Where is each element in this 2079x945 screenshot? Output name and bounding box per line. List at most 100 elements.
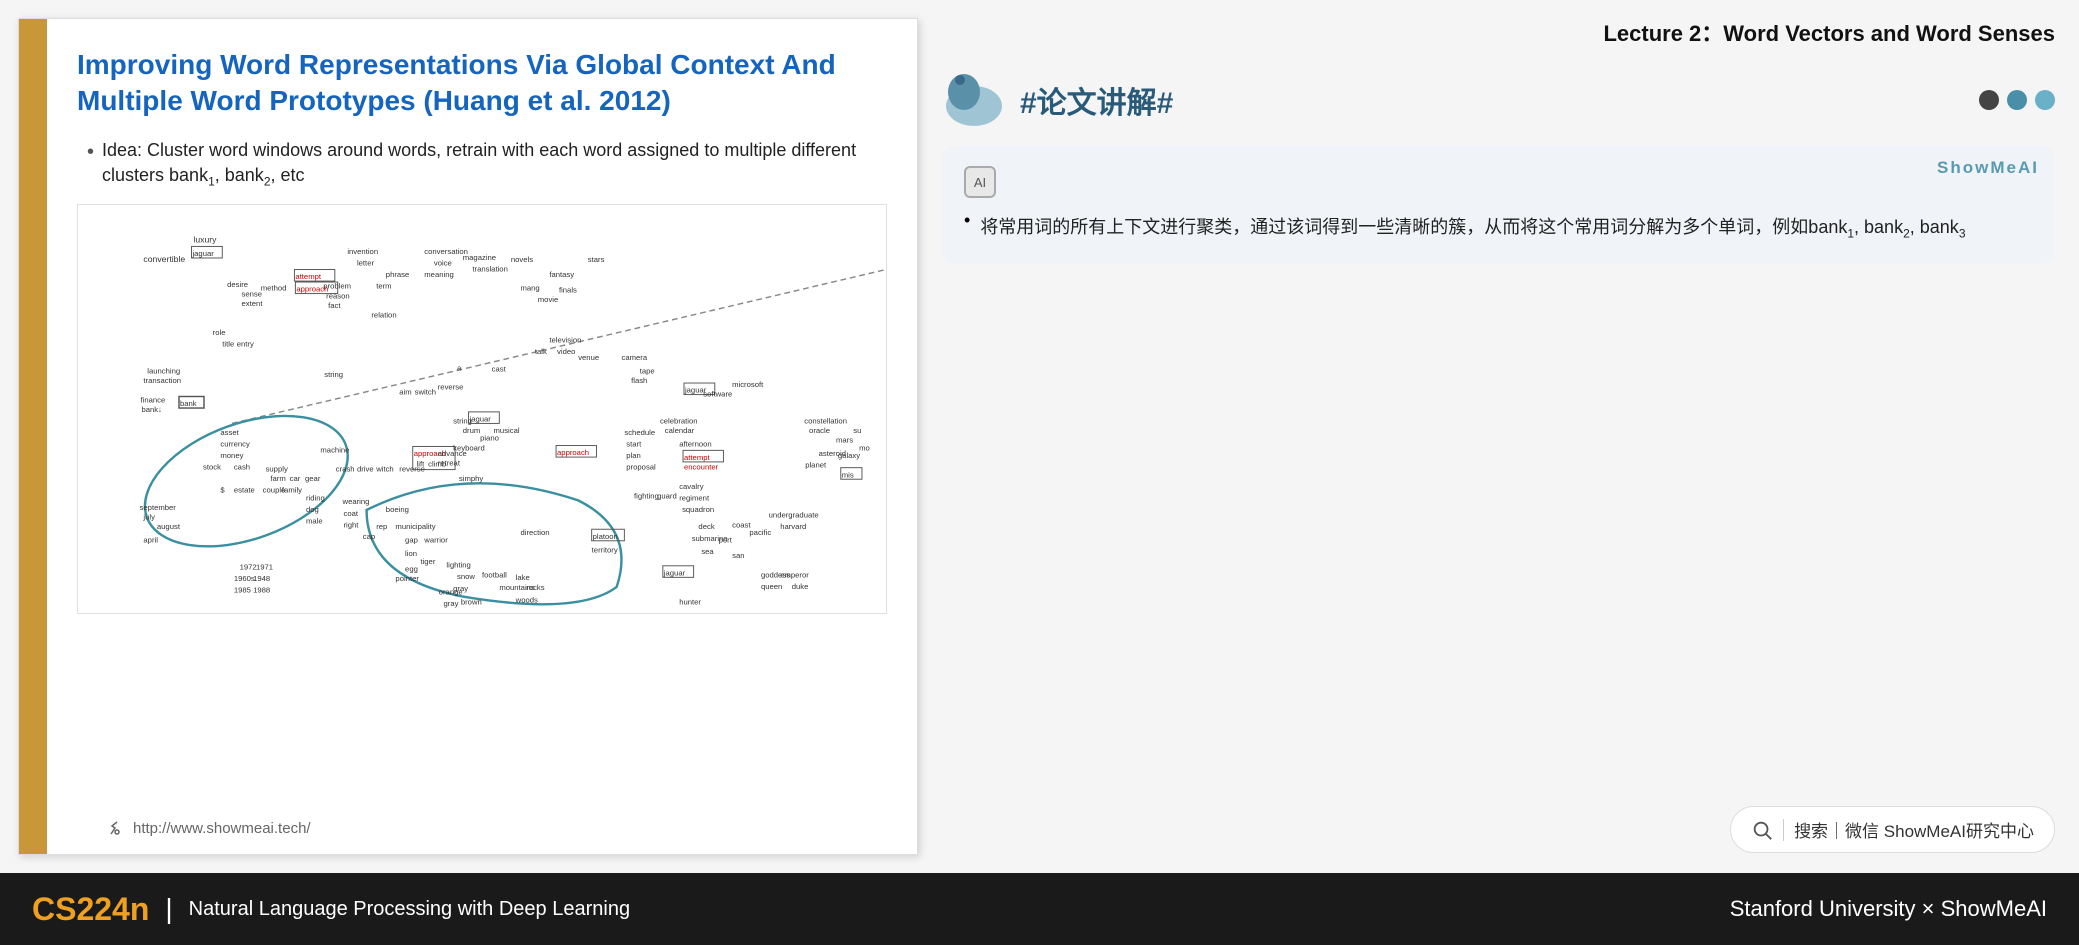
svg-text:camera: camera [621, 353, 647, 362]
svg-text:reverse: reverse [438, 383, 464, 392]
svg-text:proposal: proposal [626, 463, 656, 472]
bottom-left: CS224n | Natural Language Processing wit… [32, 891, 630, 928]
svg-text:a: a [457, 364, 462, 373]
svg-text:bank: bank [180, 399, 197, 408]
svg-text:1988: 1988 [253, 586, 270, 595]
svg-text:drum: drum [463, 426, 481, 435]
svg-text:asset: asset [220, 428, 239, 437]
svg-text:stock: stock [203, 463, 221, 472]
svg-text:right: right [343, 521, 359, 530]
svg-text:voice: voice [434, 259, 452, 268]
svg-text:sense: sense [242, 290, 263, 299]
svg-text:deck: deck [698, 523, 714, 532]
svg-text:relation: relation [371, 311, 396, 320]
bullet-dot: • [87, 138, 94, 191]
slide-panel: Improving Word Representations Via Globa… [18, 18, 918, 855]
svg-text:lake: lake [516, 574, 530, 583]
svg-text:rocks: rocks [526, 583, 545, 592]
bottom-bar: CS224n | Natural Language Processing wit… [0, 873, 2079, 945]
svg-text:letter: letter [357, 259, 375, 268]
svg-text:dog: dog [306, 505, 319, 514]
svg-text:television: television [549, 336, 581, 345]
dot-dark [1979, 90, 1999, 110]
svg-text:approach: approach [557, 449, 589, 458]
svg-text:convertible: convertible [143, 254, 185, 264]
svg-text:estate: estate [234, 486, 255, 495]
svg-text:fact: fact [328, 301, 341, 310]
svg-text:novels: novels [511, 255, 533, 264]
annotation-text: 将常用词的所有上下文进行聚类，通过该词得到一些清晰的簇，从而将这个常用词分解为多… [980, 212, 1965, 244]
svg-text:jaguar: jaguar [191, 249, 214, 258]
svg-text:mis: mis [842, 471, 854, 480]
svg-text:undergraduate: undergraduate [769, 511, 819, 520]
svg-text:problem: problem [323, 282, 351, 291]
svg-text:brown: brown [461, 598, 482, 607]
search-icon [1751, 819, 1773, 841]
svg-text:string: string [324, 371, 343, 380]
svg-text:august: august [157, 523, 181, 532]
svg-text:entry: entry [237, 340, 254, 349]
svg-text:machine: machine [320, 446, 349, 455]
svg-text:sea: sea [701, 548, 714, 557]
svg-text:schedule: schedule [624, 428, 655, 437]
svg-text:translation: translation [472, 265, 507, 274]
svg-text:1948: 1948 [253, 575, 270, 584]
svg-text:launching: launching [147, 367, 180, 376]
svg-text:cap: cap [363, 532, 375, 541]
svg-text:attempt: attempt [295, 273, 322, 282]
svg-text:1960s: 1960s [234, 575, 255, 584]
svg-text:software: software [703, 390, 732, 399]
svg-text:stars: stars [588, 255, 605, 264]
main-content: Improving Word Representations Via Globa… [0, 0, 2079, 873]
svg-text:mo: mo [859, 444, 870, 453]
svg-text:farm: farm [270, 475, 285, 484]
slide-left-bar [19, 19, 47, 854]
svg-text:lighting: lighting [446, 561, 470, 570]
svg-text:1985: 1985 [234, 586, 251, 595]
right-panel: Lecture 2：Word Vectors and Word Senses #… [918, 0, 2079, 873]
svg-text:hunter: hunter [679, 598, 701, 607]
svg-text:flash: flash [631, 376, 647, 385]
svg-text:jaguar: jaguar [663, 569, 686, 578]
svg-text:family: family [282, 486, 302, 495]
svg-text:tiger: tiger [420, 557, 435, 566]
svg-text:venue: venue [578, 353, 599, 362]
svg-text:september: september [140, 503, 177, 512]
svg-text:finals: finals [559, 286, 577, 295]
svg-text:pacific: pacific [749, 528, 771, 537]
svg-text:tape: tape [640, 367, 655, 376]
svg-text:$: $ [220, 486, 225, 495]
dots-right [1979, 90, 2055, 110]
svg-text:start: start [626, 440, 642, 449]
svg-text:oracle: oracle [809, 426, 830, 435]
svg-text:car: car [290, 475, 301, 484]
svg-text:rep: rep [376, 523, 387, 532]
svg-text:male: male [306, 517, 323, 526]
showmeai-header: ShowMeAI [1937, 158, 2039, 178]
svg-text:invention: invention [347, 247, 378, 256]
svg-text:pointer: pointer [395, 575, 419, 584]
svg-text:planet: planet [805, 461, 827, 470]
svg-text:video: video [557, 348, 575, 357]
svg-text:gear: gear [305, 475, 321, 484]
svg-text:reason: reason [326, 292, 350, 301]
svg-text:cast: cast [492, 365, 507, 374]
svg-text:keyboard: keyboard [453, 444, 485, 453]
svg-text:riding: riding [306, 494, 325, 503]
search-bar[interactable]: 搜索｜微信 ShowMeAI研究中心 [1730, 806, 2055, 853]
svg-text:lion: lion [405, 550, 417, 559]
svg-text:title: title [222, 340, 234, 349]
course-code: CS224n [32, 891, 149, 928]
svg-text:musical: musical [494, 426, 520, 435]
svg-text:currency: currency [220, 440, 250, 449]
svg-text:fighting: fighting [634, 492, 659, 501]
annotation-tag: #论文讲解# [1020, 78, 1173, 122]
svg-text:calendar: calendar [665, 426, 695, 435]
svg-text:retreat: retreat [438, 459, 461, 468]
word-map: luxury convertible jaguar jaguar jaguar … [77, 204, 887, 614]
svg-text:plan: plan [626, 451, 641, 460]
svg-text:switch: switch [415, 388, 436, 397]
svg-text:lift: lift [417, 460, 426, 469]
svg-text:supply: supply [266, 465, 288, 474]
svg-text:wearing: wearing [342, 498, 370, 507]
